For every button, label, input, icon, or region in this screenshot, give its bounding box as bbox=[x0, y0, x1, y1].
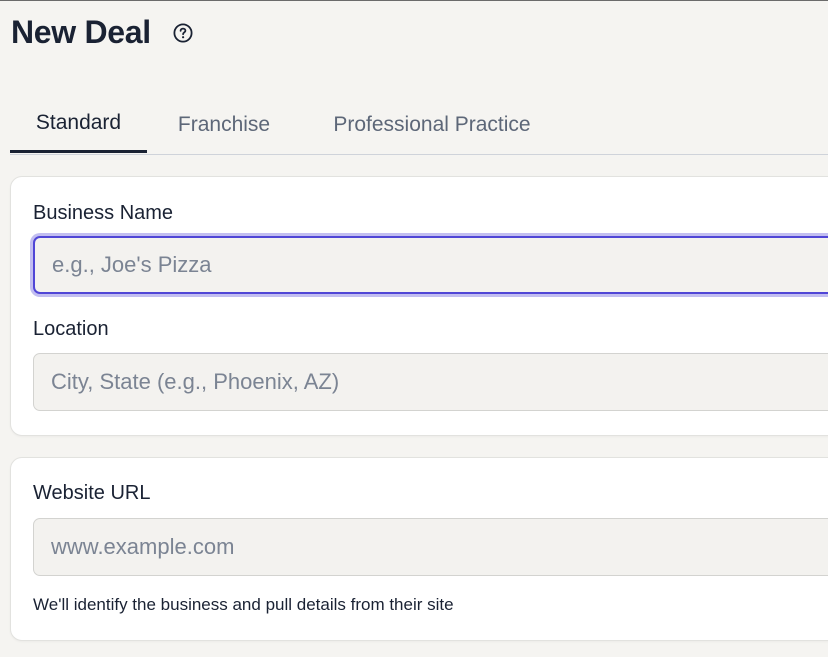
page-title: New Deal bbox=[11, 14, 151, 50]
tab-franchise-label: Franchise bbox=[177, 112, 271, 136]
tab-franchise[interactable]: Franchise bbox=[147, 96, 301, 153]
website-card: Website URL We'll identify the business … bbox=[10, 457, 828, 641]
website-url-hint: We'll identify the business and pull det… bbox=[33, 595, 454, 614]
business-details-card: Business Name Location bbox=[10, 176, 828, 436]
tab-professional-practice-label: Professional Practice bbox=[333, 112, 531, 136]
page-header: New Deal bbox=[11, 14, 193, 51]
location-input[interactable] bbox=[33, 353, 828, 411]
tab-standard-label: Standard bbox=[35, 111, 122, 134]
deal-type-tabs: Standard Franchise Professional Practice bbox=[10, 96, 828, 155]
business-name-label: Business Name bbox=[33, 202, 174, 224]
website-url-label: Website URL bbox=[33, 482, 151, 504]
tab-standard[interactable]: Standard bbox=[10, 96, 147, 153]
question-circle-icon[interactable] bbox=[173, 22, 193, 43]
website-url-input[interactable] bbox=[33, 518, 828, 576]
business-name-input[interactable] bbox=[33, 236, 828, 294]
location-label: Location bbox=[33, 318, 109, 340]
top-border bbox=[0, 0, 828, 1]
tab-professional-practice[interactable]: Professional Practice bbox=[301, 96, 563, 153]
